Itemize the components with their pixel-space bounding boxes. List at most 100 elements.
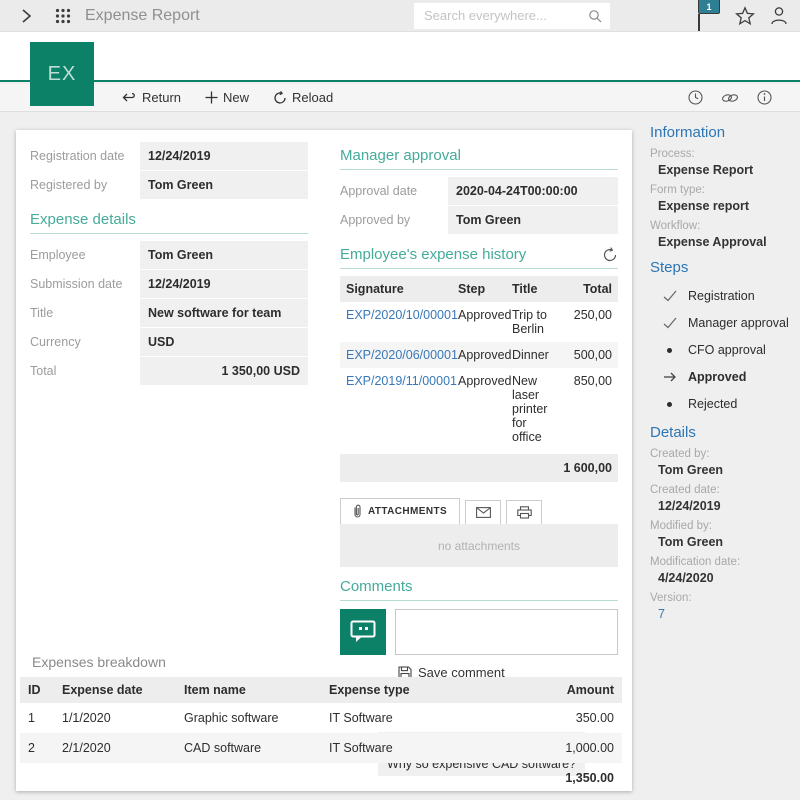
cell-date: 1/1/2020 [62,711,184,725]
form-type-value: Expense report [658,199,792,213]
field-value: 1 350,00 USD [140,357,308,385]
field-total: Total 1 350,00 USD [30,357,308,385]
field-value: USD [140,328,308,356]
table-row: EXP/2019/11/00001 Approved New laser pri… [340,368,618,450]
comment-input-row [340,609,618,655]
step-label: Approved [688,370,746,384]
add-comment-button[interactable] [340,609,386,655]
field-value: 12/24/2019 [140,270,308,298]
check-icon [662,290,677,302]
created-date-label: Created date: [650,484,792,496]
user-profile-icon[interactable] [770,6,788,25]
col-title: Title [512,282,560,296]
reload-button[interactable]: Reload [273,90,333,105]
field-value: Tom Green [448,206,618,234]
table-row: 2 2/1/2020 CAD software IT Software 1,00… [20,733,622,763]
information-heading: Information [650,124,792,141]
step-approved-current: Approved [662,370,792,384]
history-clock-icon[interactable] [688,90,703,105]
sidebar-expand-icon[interactable] [20,9,33,23]
steps-list: Registration Manager approval CFO approv… [652,289,792,411]
return-button[interactable]: Return [122,90,181,105]
cell-date: 2/1/2020 [62,741,184,755]
form-type-label: Form type: [650,184,792,196]
field-title: Title New software for team [30,299,308,327]
topbar-actions: 1 [698,0,800,32]
search-icon[interactable] [588,9,602,23]
notifications-icon[interactable]: 1 [698,0,720,32]
cell-item: Graphic software [184,711,329,725]
cell-step: Approved [458,308,512,322]
step-label: Rejected [688,397,737,411]
cell-id: 2 [28,741,62,755]
info-icon[interactable] [757,90,772,105]
col-amount: Amount [524,683,614,697]
form-card: Registration date 12/24/2019 Registered … [16,130,632,791]
field-approved-by: Approved by Tom Green [340,206,618,234]
details-heading: Details [650,424,792,441]
new-button[interactable]: New [205,90,249,105]
field-registration-date: Registration date 12/24/2019 [30,142,308,170]
tab-email-icon[interactable] [465,500,501,524]
tab-attachments[interactable]: ATTACHMENTS [340,498,460,524]
cell-step: Approved [458,348,512,362]
expense-history-table: Signature Step Title Total EXP/2020/10/0… [340,276,618,482]
version-value-link[interactable]: 7 [658,607,792,621]
document-link[interactable]: EXP/2020/10/00001 [346,308,458,322]
info-sidebar: Information Process: Expense Report Form… [650,124,792,621]
field-employee: Employee Tom Green [30,241,308,269]
share-link-icon[interactable] [721,92,739,104]
breakdown-header-row: ID Expense date Item name Expense type A… [20,677,622,703]
tab-print-icon[interactable] [506,500,542,524]
step-label: Registration [688,289,755,303]
cell-item: CAD software [184,741,329,755]
search-input[interactable] [414,3,610,29]
refresh-icon[interactable] [602,247,618,263]
action-toolbar: Return New Reload [0,84,800,112]
field-value: Tom Green [140,241,308,269]
document-title-bar [0,32,800,82]
table-row: 1 1/1/2020 Graphic software IT Software … [20,703,622,733]
reload-label: Reload [292,90,333,105]
section-expense-history: Employee's expense history [340,235,618,269]
field-label: Currency [30,328,140,356]
document-link[interactable]: EXP/2020/06/00001 [346,348,458,362]
field-submission-date: Submission date 12/24/2019 [30,270,308,298]
cell-id: 1 [28,711,62,725]
cell-amount: 350.00 [524,711,614,725]
table-row: EXP/2020/06/00001 Approved Dinner 500,00 [340,342,618,368]
modified-by-label: Modified by: [650,520,792,532]
app-grid-icon[interactable] [55,8,71,24]
field-label: Total [30,357,140,385]
section-title: Employee's expense history [340,246,526,263]
workflow-value: Expense Approval [658,235,792,249]
attachment-tabs: ATTACHMENTS [340,498,618,524]
col-id: ID [28,683,62,697]
field-label: Title [30,299,140,327]
breakdown-title: Expenses breakdown [32,654,622,670]
notification-badge: 1 [698,0,720,14]
cell-title: Dinner [512,348,560,362]
cell-total: 850,00 [560,374,612,388]
col-step: Step [458,282,512,296]
document-link[interactable]: EXP/2019/11/00001 [346,374,457,388]
created-by-value: Tom Green [658,463,792,477]
comment-textarea[interactable] [395,609,618,655]
cell-type: IT Software [329,741,524,755]
col-item-name: Item name [184,683,329,697]
step-registration: Registration [662,289,792,303]
field-value: New software for team [140,299,308,327]
check-icon [662,317,677,329]
history-grand-total: 1 600,00 [340,454,618,482]
field-currency: Currency USD [30,328,308,356]
cell-total: 250,00 [560,308,612,322]
favorites-star-icon[interactable] [735,6,755,26]
workflow-avatar: EX [30,42,94,106]
step-cfo-approval: CFO approval [662,343,792,357]
field-label: Registration date [30,142,140,170]
history-header-row: Signature Step Title Total [340,276,618,302]
workflow-label: Workflow: [650,220,792,232]
new-label: New [223,90,249,105]
field-label: Employee [30,241,140,269]
steps-heading: Steps [650,259,792,276]
